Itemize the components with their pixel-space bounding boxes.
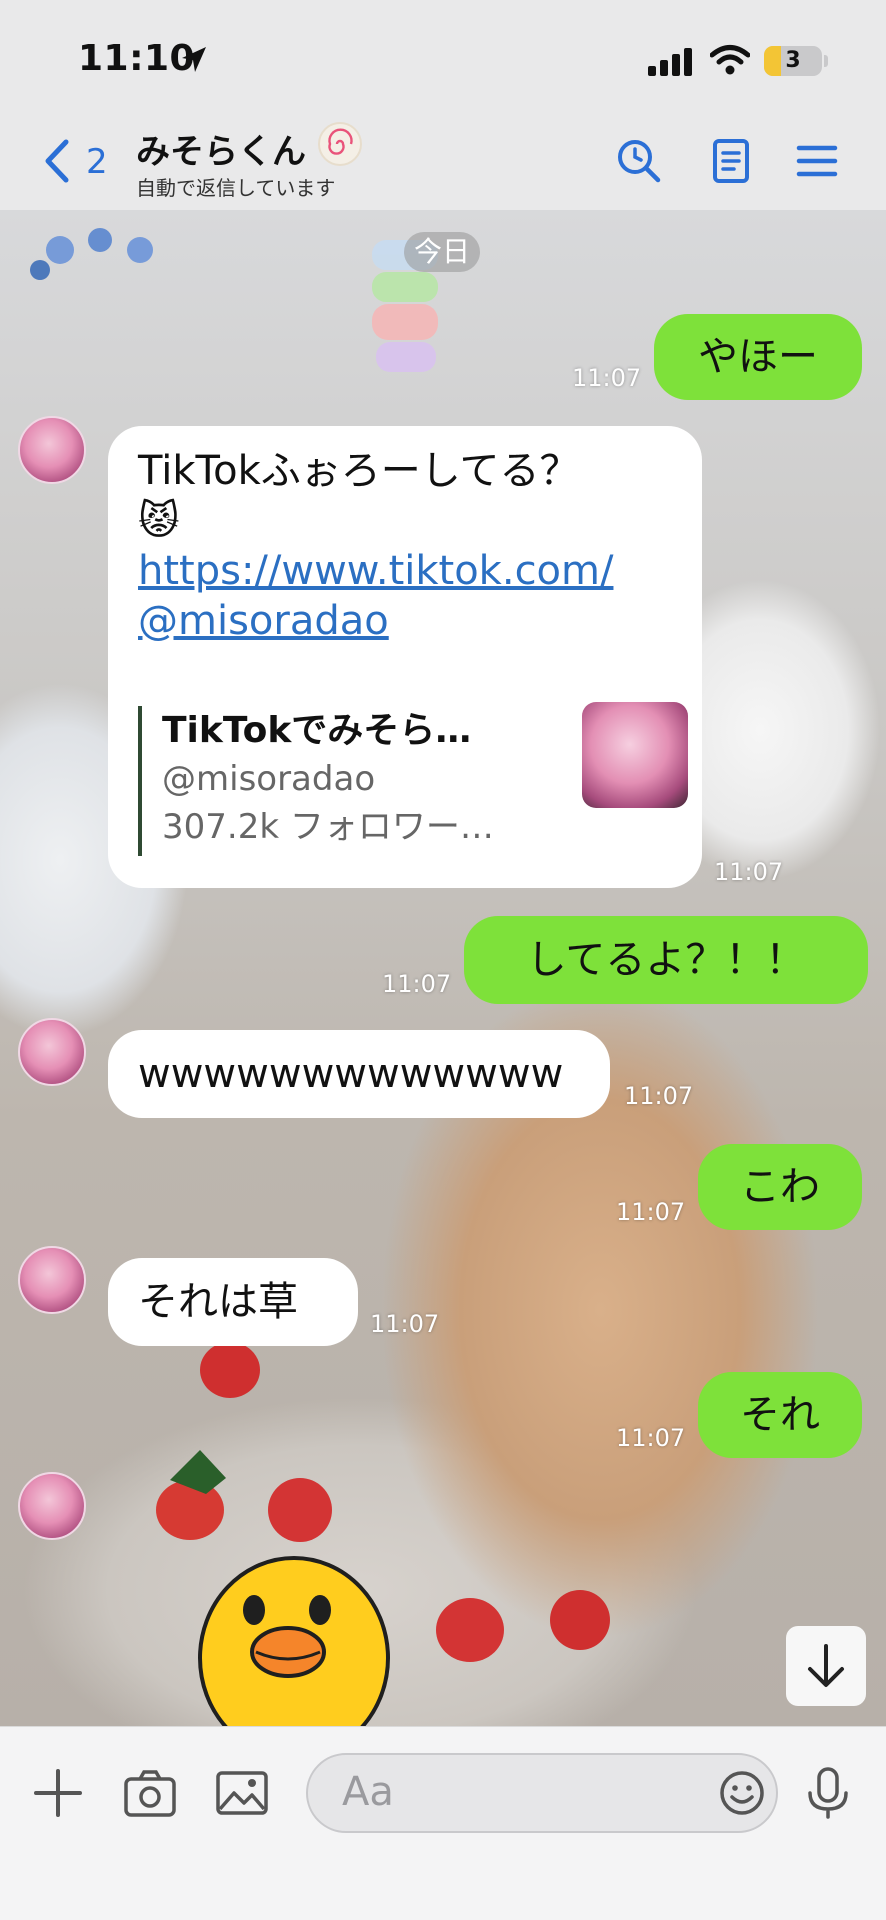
microphone-icon[interactable]	[800, 1765, 856, 1821]
link-preview-card[interactable]: TikTokでみそら… @misoradao 307.2k フォロワー…	[138, 702, 688, 856]
contact-status: 自動で返信しています	[136, 176, 336, 200]
message-bubble-incoming[interactable]: wwwwwwwwwwwww	[108, 1030, 610, 1118]
message-text: それは草	[138, 1279, 298, 1325]
wifi-icon	[710, 45, 750, 75]
message-time: 11:07	[370, 1310, 440, 1338]
message-text: こわ	[740, 1164, 820, 1210]
message-bubble-incoming[interactable]: TikTokふぉろーしてる？ 😾 https://www.tiktok.com/…	[108, 426, 702, 888]
battery-cap	[824, 55, 828, 67]
back-button[interactable]: 2	[40, 132, 120, 188]
message-bubble-outgoing[interactable]: やほー	[654, 314, 862, 400]
input-placeholder: Aa	[342, 1769, 394, 1815]
chevron-left-icon	[45, 139, 69, 183]
emoji-icon[interactable]	[718, 1769, 766, 1817]
message-text: TikTokふぉろーしてる？ 😾 https://www.tiktok.com/…	[138, 446, 613, 646]
avatar[interactable]	[18, 1018, 86, 1086]
message-input-bar: Aa	[0, 1726, 886, 1920]
message-bubble-outgoing[interactable]: してるよ？！！	[464, 916, 868, 1004]
message-text: やほー	[698, 334, 818, 380]
avatar[interactable]	[18, 416, 86, 484]
tiktok-link[interactable]: https://www.tiktok.com/	[138, 548, 613, 594]
location-arrow-icon	[182, 47, 206, 72]
preview-handle: @misoradao	[162, 759, 376, 799]
search-icon[interactable]	[614, 136, 664, 186]
message-bubble-outgoing[interactable]: それ	[698, 1372, 862, 1458]
angry-cat-emoji-icon: 😾	[138, 498, 180, 544]
chick-sticker[interactable]	[196, 1548, 392, 1726]
message-input[interactable]: Aa	[306, 1753, 778, 1833]
message-time: 11:07	[624, 1082, 694, 1110]
preview-followers: 307.2k フォロワー…	[162, 807, 494, 847]
scroll-to-bottom-button[interactable]	[786, 1626, 866, 1706]
battery-indicator: 3	[764, 46, 822, 76]
message-time: 11:07	[714, 858, 784, 886]
message-bubble-incoming[interactable]: それは草	[108, 1258, 358, 1346]
message-bubble-outgoing[interactable]: こわ	[698, 1144, 862, 1230]
message-time: 11:07	[572, 364, 642, 392]
message-text: してるよ？！！	[526, 937, 806, 983]
naruto-emoji-icon	[318, 122, 362, 166]
contact-name[interactable]: みそらくん	[136, 124, 306, 173]
message-time: 11:07	[382, 970, 452, 998]
image-icon[interactable]	[214, 1765, 270, 1821]
chat-area[interactable]: 今日 やほー 11:07 TikTokふぉろーしてる？ 😾 https://ww…	[0, 210, 886, 1726]
message-text: wwwwwwwwwwwww	[138, 1051, 564, 1097]
message-time: 11:07	[616, 1198, 686, 1226]
message-time: 11:07	[616, 1424, 686, 1452]
cellular-signal-icon	[648, 48, 692, 76]
avatar[interactable]	[18, 1246, 86, 1314]
tiktok-link-handle[interactable]: @misoradao	[138, 598, 389, 644]
chat-header: 2 みそらくん 自動で返信しています	[0, 118, 886, 210]
message-text-body: TikTokふぉろーしてる？	[138, 448, 580, 494]
preview-title: TikTokでみそら…	[162, 710, 472, 751]
battery-percent: 3	[785, 48, 801, 73]
unread-count: 2	[86, 142, 108, 182]
preview-thumbnail	[582, 702, 688, 808]
avatar[interactable]	[18, 1472, 86, 1540]
notes-icon[interactable]	[706, 136, 756, 186]
arrow-down-icon	[808, 1644, 844, 1687]
status-bar: 11:10 3	[0, 0, 886, 118]
message-text: それ	[740, 1392, 820, 1438]
menu-icon[interactable]	[792, 136, 842, 186]
camera-icon[interactable]	[122, 1765, 178, 1821]
plus-icon[interactable]	[30, 1765, 86, 1821]
date-separator: 今日	[404, 232, 480, 272]
